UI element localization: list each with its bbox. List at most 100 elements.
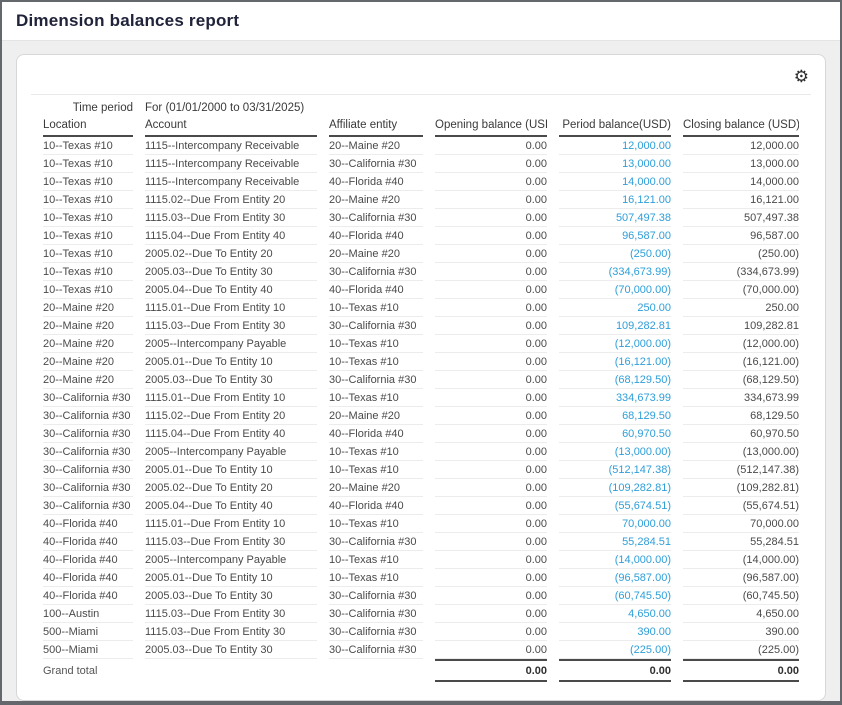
table-row: 40--Florida #40 1115.03--Due From Entity… [43, 533, 799, 551]
closing-balance-cell: (55,674.51) [683, 497, 799, 515]
period-balance-link[interactable]: (250.00) [630, 248, 671, 260]
location-cell: 30--California #30 [43, 407, 133, 425]
column-header-closing-balance: Closing balance (USD) [683, 116, 799, 137]
period-balance-cell: 16,121.00 [559, 191, 671, 209]
period-balance-cell: 13,000.00 [559, 155, 671, 173]
closing-balance-cell: 507,497.38 [683, 209, 799, 227]
period-balance-link[interactable]: (109,282.81) [609, 482, 671, 494]
period-balance-link[interactable]: (55,674.51) [615, 500, 671, 512]
affiliate-entity-cell: 20--Maine #20 [329, 137, 423, 155]
period-balance-link[interactable]: 13,000.00 [622, 158, 671, 170]
account-cell: 2005--Intercompany Payable [145, 551, 317, 569]
affiliate-entity-cell: 10--Texas #10 [329, 569, 423, 587]
title-bar: Dimension balances report [2, 2, 840, 41]
opening-balance-cell: 0.00 [435, 515, 547, 533]
affiliate-entity-cell: 10--Texas #10 [329, 335, 423, 353]
location-cell: 20--Maine #20 [43, 353, 133, 371]
period-balance-cell: (250.00) [559, 245, 671, 263]
affiliate-entity-cell: 30--California #30 [329, 623, 423, 641]
period-balance-link[interactable]: 12,000.00 [622, 140, 671, 152]
table-row: 20--Maine #20 1115.01--Due From Entity 1… [43, 299, 799, 317]
period-balance-link[interactable]: (96,587.00) [615, 572, 671, 584]
page-title: Dimension balances report [16, 11, 239, 30]
period-balance-link[interactable]: (60,745.50) [615, 590, 671, 602]
closing-balance-cell: (225.00) [683, 641, 799, 659]
location-cell: 30--California #30 [43, 497, 133, 515]
location-cell: 40--Florida #40 [43, 587, 133, 605]
period-balance-link[interactable]: (70,000.00) [615, 284, 671, 296]
table-row: 40--Florida #40 2005--Intercompany Payab… [43, 551, 799, 569]
table-row: 10--Texas #10 2005.02--Due To Entity 20 … [43, 245, 799, 263]
period-balance-cell: (60,745.50) [559, 587, 671, 605]
location-cell: 20--Maine #20 [43, 317, 133, 335]
affiliate-entity-cell: 10--Texas #10 [329, 389, 423, 407]
period-balance-link[interactable]: 96,587.00 [622, 230, 671, 242]
period-balance-link[interactable]: 390.00 [637, 626, 671, 638]
account-cell: 1115.01--Due From Entity 10 [145, 515, 317, 533]
period-balance-link[interactable]: 60,970.50 [622, 428, 671, 440]
period-balance-link[interactable]: 70,000.00 [622, 518, 671, 530]
location-cell: 30--California #30 [43, 443, 133, 461]
period-balance-link[interactable]: (225.00) [630, 644, 671, 656]
account-cell: 2005.04--Due To Entity 40 [145, 497, 317, 515]
balances-table: Time period For (01/01/2000 to 03/31/202… [31, 99, 811, 682]
closing-balance-cell: 68,129.50 [683, 407, 799, 425]
opening-balance-cell: 0.00 [435, 155, 547, 173]
period-balance-link[interactable]: 507,497.38 [616, 212, 671, 224]
closing-balance-cell: 14,000.00 [683, 173, 799, 191]
period-balance-cell: (512,147.38) [559, 461, 671, 479]
period-balance-link[interactable]: 109,282.81 [616, 320, 671, 332]
closing-balance-cell: 13,000.00 [683, 155, 799, 173]
table-row: 500--Miami 1115.03--Due From Entity 30 3… [43, 623, 799, 641]
opening-balance-cell: 0.00 [435, 425, 547, 443]
period-balance-cell: 14,000.00 [559, 173, 671, 191]
affiliate-entity-cell: 20--Maine #20 [329, 479, 423, 497]
location-cell: 10--Texas #10 [43, 227, 133, 245]
period-balance-link[interactable]: 68,129.50 [622, 410, 671, 422]
period-balance-link[interactable]: 250.00 [637, 302, 671, 314]
period-balance-link[interactable]: (13,000.00) [615, 446, 671, 458]
table-row: 30--California #30 1115.01--Due From Ent… [43, 389, 799, 407]
column-header-location: Location [43, 116, 133, 137]
period-balance-link[interactable]: (16,121.00) [615, 356, 671, 368]
affiliate-entity-cell: 30--California #30 [329, 317, 423, 335]
period-balance-cell: 334,673.99 [559, 389, 671, 407]
account-cell: 1115.03--Due From Entity 30 [145, 623, 317, 641]
period-balance-cell: 507,497.38 [559, 209, 671, 227]
period-balance-link[interactable]: 14,000.00 [622, 176, 671, 188]
affiliate-entity-cell: 10--Texas #10 [329, 461, 423, 479]
opening-balance-cell: 0.00 [435, 191, 547, 209]
period-balance-link[interactable]: (334,673.99) [609, 266, 671, 278]
period-balance-link[interactable]: 334,673.99 [616, 392, 671, 404]
period-balance-link[interactable]: (512,147.38) [609, 464, 671, 476]
period-balance-link[interactable]: (14,000.00) [615, 554, 671, 566]
affiliate-entity-cell: 40--Florida #40 [329, 227, 423, 245]
table-row: 500--Miami 2005.03--Due To Entity 30 30-… [43, 641, 799, 659]
table-row: 30--California #30 1115.04--Due From Ent… [43, 425, 799, 443]
period-balance-link[interactable]: 16,121.00 [622, 194, 671, 206]
period-balance-cell: (12,000.00) [559, 335, 671, 353]
location-cell: 40--Florida #40 [43, 533, 133, 551]
period-balance-link[interactable]: 4,650.00 [628, 608, 671, 620]
account-cell: 2005--Intercompany Payable [145, 335, 317, 353]
account-cell: 1115--Intercompany Receivable [145, 173, 317, 191]
period-balance-link[interactable]: 55,284.51 [622, 536, 671, 548]
account-cell: 2005.01--Due To Entity 10 [145, 569, 317, 587]
grand-total-label: Grand total [43, 659, 423, 682]
opening-balance-cell: 0.00 [435, 389, 547, 407]
settings-gear-icon[interactable]: ⚙ [794, 68, 809, 85]
opening-balance-cell: 0.00 [435, 227, 547, 245]
period-balance-cell: (16,121.00) [559, 353, 671, 371]
opening-balance-cell: 0.00 [435, 335, 547, 353]
opening-balance-cell: 0.00 [435, 317, 547, 335]
affiliate-entity-cell: 10--Texas #10 [329, 353, 423, 371]
period-balance-link[interactable]: (68,129.50) [615, 374, 671, 386]
affiliate-entity-cell: 40--Florida #40 [329, 281, 423, 299]
period-balance-cell: (225.00) [559, 641, 671, 659]
period-balance-cell: 96,587.00 [559, 227, 671, 245]
period-balance-link[interactable]: (12,000.00) [615, 338, 671, 350]
account-cell: 2005.03--Due To Entity 30 [145, 371, 317, 389]
account-cell: 2005.01--Due To Entity 10 [145, 461, 317, 479]
closing-balance-cell: (13,000.00) [683, 443, 799, 461]
account-cell: 1115.02--Due From Entity 20 [145, 191, 317, 209]
